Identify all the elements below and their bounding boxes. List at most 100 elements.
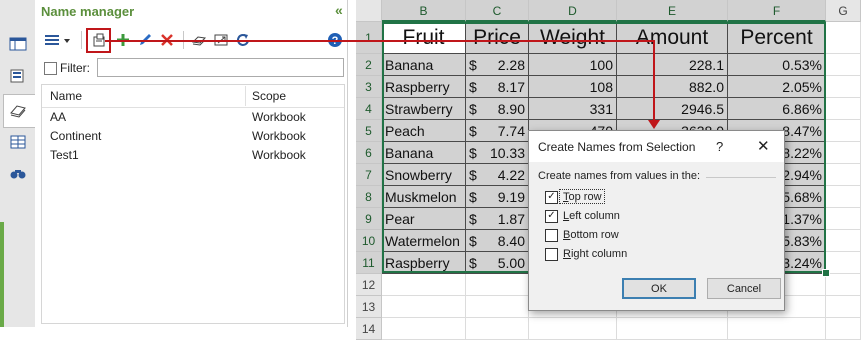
empty-cell[interactable] [826, 230, 861, 252]
row-header[interactable]: 2 [356, 54, 382, 76]
row-header[interactable]: 1 [356, 22, 382, 54]
cell-price[interactable]: $4.22 [466, 164, 529, 186]
empty-cell[interactable] [826, 54, 861, 76]
column-header-g[interactable]: G [826, 0, 861, 22]
row-header[interactable]: 11 [356, 252, 382, 274]
copy-names-icon[interactable] [189, 30, 209, 50]
cell-fruit[interactable]: Muskmelon [382, 186, 466, 208]
ok-button[interactable]: OK [622, 278, 696, 299]
row-header[interactable]: 3 [356, 76, 382, 98]
list-item[interactable]: Test1 Workbook [42, 146, 344, 164]
export-icon[interactable] [211, 30, 231, 50]
dialog-close-button[interactable]: ✕ [757, 137, 770, 155]
add-icon[interactable] [113, 30, 133, 50]
column-header-f[interactable]: F [728, 0, 826, 22]
top-row-checkbox[interactable]: ✓ [545, 190, 558, 204]
cell-weight[interactable]: 100 [529, 54, 617, 76]
column-header-c[interactable]: C [466, 0, 529, 22]
bottom-row-checkbox[interactable] [545, 228, 558, 242]
empty-cell[interactable] [826, 22, 861, 54]
delete-icon[interactable] [157, 30, 177, 50]
cell-amount[interactable]: 2946.5 [617, 98, 728, 120]
empty-cell[interactable] [826, 208, 861, 230]
empty-cell[interactable] [382, 296, 466, 318]
right-column-checkbox[interactable] [545, 247, 558, 261]
workbook-sheet-icon[interactable] [8, 34, 28, 54]
collapse-pane-button[interactable]: « [335, 2, 343, 18]
find-replace-icon[interactable] [8, 164, 28, 184]
cell-weight[interactable]: 331 [529, 98, 617, 120]
header-cell-weight[interactable]: Weight [529, 22, 617, 54]
cell-price[interactable]: $8.40 [466, 230, 529, 252]
cell-amount[interactable]: 228.1 [617, 54, 728, 76]
cell-fruit[interactable]: Watermelon [382, 230, 466, 252]
header-cell-price[interactable]: Price [466, 22, 529, 54]
dialog-help-button[interactable]: ? [716, 139, 723, 154]
cell-price[interactable]: $10.33 [466, 142, 529, 164]
cell-fruit[interactable]: Raspberry [382, 76, 466, 98]
cell-fruit[interactable]: Strawberry [382, 98, 466, 120]
column-header-e[interactable]: E [617, 0, 728, 22]
row-header[interactable]: 4 [356, 98, 382, 120]
column-header-d[interactable]: D [529, 0, 617, 22]
empty-cell[interactable] [382, 274, 466, 296]
refresh-icon[interactable] [233, 30, 253, 50]
cell-fruit[interactable]: Banana [382, 54, 466, 76]
empty-cell[interactable] [466, 274, 529, 296]
row-header[interactable]: 7 [356, 164, 382, 186]
column-header-name[interactable]: Name [50, 89, 82, 103]
filter-checkbox[interactable] [44, 62, 57, 75]
cell-fruit[interactable]: Snowberry [382, 164, 466, 186]
row-header[interactable]: 9 [356, 208, 382, 230]
cell-price[interactable]: $7.74 [466, 120, 529, 142]
cell-weight[interactable]: 108 [529, 76, 617, 98]
header-cell-amount[interactable]: Amount [617, 22, 728, 54]
row-header[interactable]: 14 [356, 318, 382, 340]
empty-cell[interactable] [466, 318, 529, 340]
option-right-column[interactable]: Right column [545, 246, 627, 262]
cell-fruit[interactable]: Pear [382, 208, 466, 230]
list-pane-icon[interactable] [8, 66, 28, 86]
name-manager-icon[interactable] [8, 100, 28, 120]
select-all-corner[interactable] [356, 0, 382, 22]
edit-icon[interactable] [135, 30, 155, 50]
cell-percent[interactable]: 6.86% [728, 98, 826, 120]
cell-price[interactable]: $9.19 [466, 186, 529, 208]
empty-cell[interactable] [826, 98, 861, 120]
filter-input[interactable] [97, 58, 344, 77]
header-cell-percent[interactable]: Percent [728, 22, 826, 54]
cell-price[interactable]: $8.17 [466, 76, 529, 98]
row-header[interactable]: 8 [356, 186, 382, 208]
row-header[interactable]: 13 [356, 296, 382, 318]
cancel-button[interactable]: Cancel [707, 278, 781, 299]
row-header[interactable]: 12 [356, 274, 382, 296]
cell-price[interactable]: $5.00 [466, 252, 529, 274]
empty-cell[interactable] [826, 274, 861, 296]
empty-cell[interactable] [617, 318, 728, 340]
list-item[interactable]: Continent Workbook [42, 127, 344, 145]
list-view-icon[interactable] [43, 30, 71, 50]
cell-amount[interactable]: 882.0 [617, 76, 728, 98]
cell-price[interactable]: $8.90 [466, 98, 529, 120]
row-header[interactable]: 10 [356, 230, 382, 252]
column-list-icon[interactable] [8, 132, 28, 152]
left-column-checkbox[interactable]: ✓ [545, 209, 558, 223]
cell-fruit[interactable]: Raspberry [382, 252, 466, 274]
empty-cell[interactable] [529, 318, 617, 340]
empty-cell[interactable] [826, 76, 861, 98]
empty-cell[interactable] [826, 252, 861, 274]
empty-cell[interactable] [826, 296, 861, 318]
empty-cell[interactable] [826, 186, 861, 208]
help-icon[interactable]: ? [325, 30, 345, 50]
empty-cell[interactable] [826, 164, 861, 186]
option-left-column[interactable]: ✓ Left column [545, 208, 620, 224]
empty-cell[interactable] [466, 296, 529, 318]
empty-cell[interactable] [826, 318, 861, 340]
option-bottom-row[interactable]: Bottom row [545, 227, 619, 243]
header-cell-fruit[interactable]: Fruit [382, 22, 466, 54]
empty-cell[interactable] [382, 318, 466, 340]
cell-price[interactable]: $1.87 [466, 208, 529, 230]
cell-percent[interactable]: 0.53% [728, 54, 826, 76]
list-item[interactable]: AA Workbook [42, 108, 344, 126]
empty-cell[interactable] [826, 142, 861, 164]
